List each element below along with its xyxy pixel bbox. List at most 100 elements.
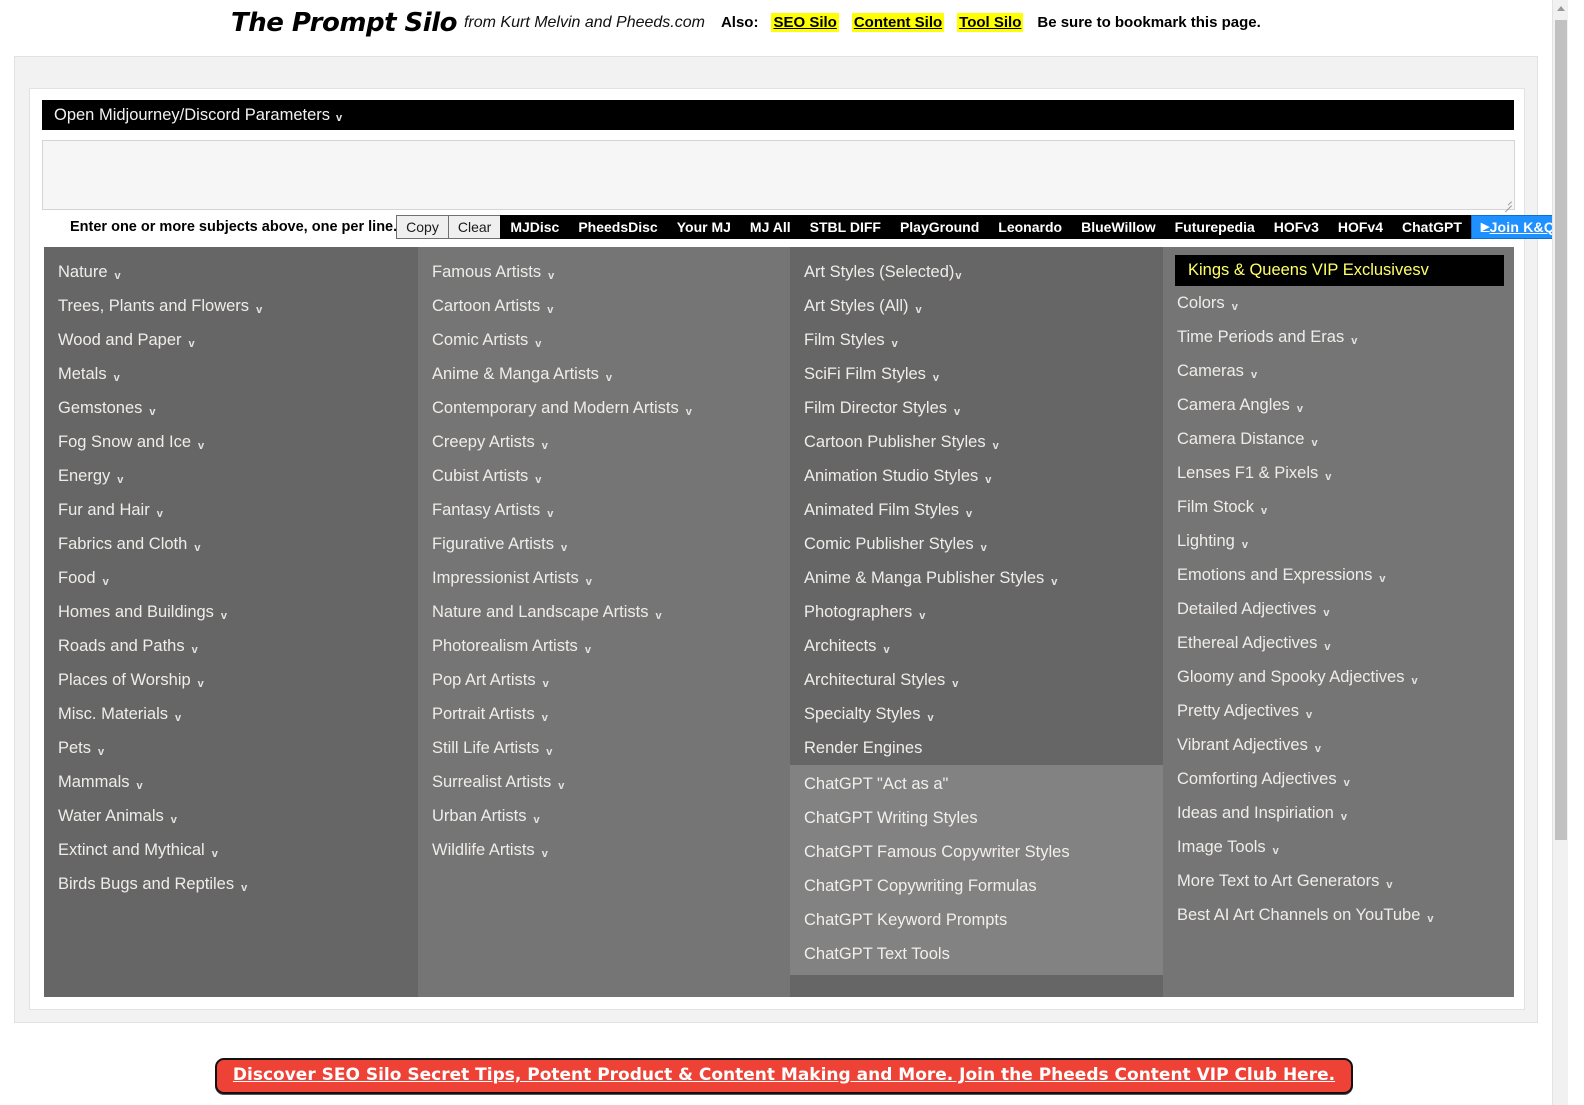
menu-item[interactable]: Cameras v [1163, 354, 1514, 388]
menu-item[interactable]: Wood and Paper v [44, 323, 418, 357]
header-link-content-silo[interactable]: Content Silo [851, 13, 945, 32]
menu-item[interactable]: Wildlife Artists v [418, 833, 790, 867]
menu-item[interactable]: Colors v [1163, 286, 1514, 320]
vip-club-cta-button[interactable]: Discover SEO Silo Secret Tips, Potent Pr… [214, 1058, 1354, 1094]
stbl-diff-button[interactable]: STBL DIFF [799, 215, 891, 239]
menu-item[interactable]: Metals v [44, 357, 418, 391]
header-link-tool-silo[interactable]: Tool Silo [957, 13, 1024, 32]
menu-item[interactable]: Cubist Artists v [418, 459, 790, 493]
menu-item[interactable]: Film Director Styles v [790, 391, 1163, 425]
menu-item[interactable]: Architects v [790, 629, 1163, 663]
menu-item[interactable]: Photographers v [790, 595, 1163, 629]
copy-button[interactable]: Copy [396, 215, 449, 239]
menu-item[interactable]: Nature and Landscape Artists v [418, 595, 790, 629]
menu-item[interactable]: Vibrant Adjectives v [1163, 728, 1514, 762]
menu-item[interactable]: Detailed Adjectives v [1163, 592, 1514, 626]
menu-item[interactable]: Time Periods and Eras v [1163, 320, 1514, 354]
menu-item[interactable]: Comforting Adjectives v [1163, 762, 1514, 796]
menu-item[interactable]: ChatGPT Copywriting Formulas [790, 869, 1163, 903]
menu-item[interactable]: ChatGPT Text Tools [790, 937, 1163, 971]
menu-item[interactable]: Camera Distance v [1163, 422, 1514, 456]
clear-button[interactable]: Clear [447, 215, 502, 239]
menu-item[interactable]: Contemporary and Modern Artists v [418, 391, 790, 425]
menu-item[interactable]: Pretty Adjectives v [1163, 694, 1514, 728]
menu-item[interactable]: Best AI Art Channels on YouTube v [1163, 898, 1514, 932]
menu-item[interactable]: Lighting v [1163, 524, 1514, 558]
menu-item[interactable]: Comic Artists v [418, 323, 790, 357]
menu-item[interactable]: Ideas and Inspiriation v [1163, 796, 1514, 830]
menu-item[interactable]: Trees, Plants and Flowers v [44, 289, 418, 323]
menu-item[interactable]: Gloomy and Spooky Adjectives v [1163, 660, 1514, 694]
menu-item[interactable]: Fur and Hair v [44, 493, 418, 527]
hofv3-button[interactable]: HOFv3 [1263, 215, 1329, 239]
menu-item[interactable]: ChatGPT "Act as a" [790, 767, 1163, 801]
menu-item[interactable]: Roads and Paths v [44, 629, 418, 663]
menu-item[interactable]: SciFi Film Styles v [790, 357, 1163, 391]
playground-button[interactable]: PlayGround [889, 215, 990, 239]
mjdisc-button[interactable]: MJDisc [500, 215, 570, 239]
menu-item[interactable]: Camera Angles v [1163, 388, 1514, 422]
menu-item[interactable]: Gemstones v [44, 391, 418, 425]
menu-item[interactable]: Misc. Materials v [44, 697, 418, 731]
futurepedia-button[interactable]: Futurepedia [1164, 215, 1265, 239]
menu-item[interactable]: Cartoon Artists v [418, 289, 790, 323]
pheedsdisc-button[interactable]: PheedsDisc [568, 215, 668, 239]
your-mj-button[interactable]: Your MJ [666, 215, 741, 239]
menu-item[interactable]: Ethereal Adjectives v [1163, 626, 1514, 660]
menu-item[interactable]: Art Styles (Selected) v [790, 255, 1163, 289]
scrollbar-thumb[interactable] [1555, 20, 1567, 840]
menu-item[interactable]: Food v [44, 561, 418, 595]
bluewillow-button[interactable]: BlueWillow [1071, 215, 1166, 239]
menu-item[interactable]: Image Tools v [1163, 830, 1514, 864]
mj-all-button[interactable]: MJ All [739, 215, 801, 239]
menu-item[interactable]: Lenses F1 & Pixels v [1163, 456, 1514, 490]
menu-item[interactable]: Animated Film Styles v [790, 493, 1163, 527]
menu-item[interactable]: ChatGPT Writing Styles [790, 801, 1163, 835]
menu-item[interactable]: Animation Studio Styles v [790, 459, 1163, 493]
menu-item[interactable]: Specialty Styles v [790, 697, 1163, 731]
leonardo-button[interactable]: Leonardo [988, 215, 1073, 239]
menu-item[interactable]: Film Styles v [790, 323, 1163, 357]
menu-item[interactable]: Cartoon Publisher Styles v [790, 425, 1163, 459]
menu-item[interactable]: Fantasy Artists v [418, 493, 790, 527]
menu-item[interactable]: More Text to Art Generators v [1163, 864, 1514, 898]
menu-item[interactable]: Surrealist Artists v [418, 765, 790, 799]
menu-item[interactable]: Art Styles (All) v [790, 289, 1163, 323]
menu-item[interactable]: Comic Publisher Styles v [790, 527, 1163, 561]
menu-item[interactable]: Fog Snow and Ice v [44, 425, 418, 459]
menu-item[interactable]: Homes and Buildings v [44, 595, 418, 629]
menu-item[interactable]: Emotions and Expressions v [1163, 558, 1514, 592]
open-midjourney-parameters-bar[interactable]: Open Midjourney/Discord Parameters v [42, 100, 1514, 130]
menu-item[interactable]: Famous Artists v [418, 255, 790, 289]
menu-item[interactable]: Birds Bugs and Reptiles v [44, 867, 418, 901]
menu-item[interactable]: Pets v [44, 731, 418, 765]
scroll-up-arrow-icon[interactable] [1553, 0, 1568, 17]
page-scrollbar[interactable] [1552, 0, 1568, 1105]
menu-item[interactable]: Urban Artists v [418, 799, 790, 833]
menu-item[interactable]: Anime & Manga Artists v [418, 357, 790, 391]
menu-item[interactable]: Photorealism Artists v [418, 629, 790, 663]
menu-item[interactable]: Creepy Artists v [418, 425, 790, 459]
menu-item[interactable]: Impressionist Artists v [418, 561, 790, 595]
vip-exclusives-banner[interactable]: Kings & Queens VIP Exclusives v [1175, 255, 1504, 286]
menu-item[interactable]: Nature v [44, 255, 418, 289]
menu-item[interactable]: Film Stock v [1163, 490, 1514, 524]
subjects-input[interactable] [42, 140, 1515, 210]
menu-item[interactable]: Mammals v [44, 765, 418, 799]
menu-item[interactable]: Fabrics and Cloth v [44, 527, 418, 561]
hofv4-button[interactable]: HOFv4 [1327, 215, 1393, 239]
menu-item[interactable]: Pop Art Artists v [418, 663, 790, 697]
menu-item[interactable]: Architectural Styles v [790, 663, 1163, 697]
menu-item[interactable]: Places of Worship v [44, 663, 418, 697]
menu-item[interactable]: Render Engines [790, 731, 1163, 765]
menu-item[interactable]: Figurative Artists v [418, 527, 790, 561]
menu-item[interactable]: Still Life Artists v [418, 731, 790, 765]
header-link-seo-silo[interactable]: SEO Silo [771, 13, 839, 32]
menu-item[interactable]: Water Animals v [44, 799, 418, 833]
menu-item[interactable]: Portrait Artists v [418, 697, 790, 731]
menu-item[interactable]: Energy v [44, 459, 418, 493]
menu-item[interactable]: ChatGPT Famous Copywriter Styles [790, 835, 1163, 869]
menu-item[interactable]: Anime & Manga Publisher Styles v [790, 561, 1163, 595]
chatgpt-button[interactable]: ChatGPT [1392, 215, 1472, 239]
menu-item[interactable]: ChatGPT Keyword Prompts [790, 903, 1163, 937]
